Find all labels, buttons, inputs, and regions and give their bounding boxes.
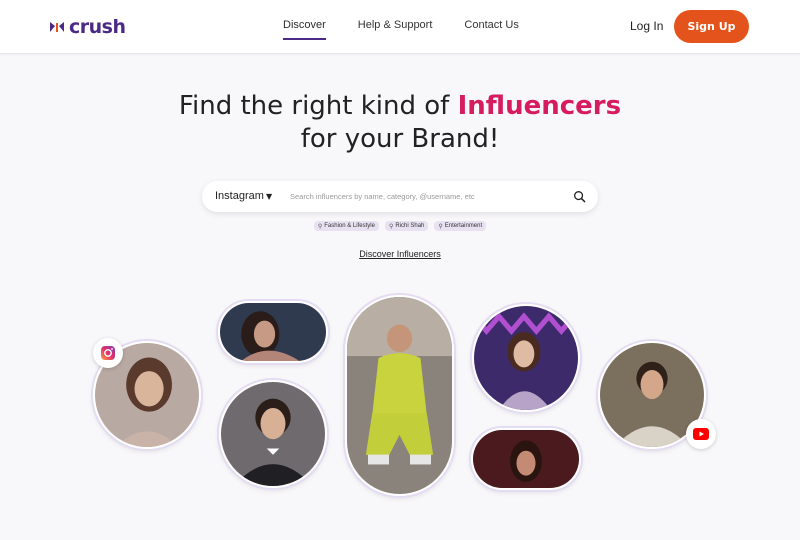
search-input[interactable] <box>290 189 560 204</box>
instagram-badge <box>93 338 123 368</box>
search-icon[interactable] <box>573 190 586 203</box>
chip-label: Richi Shah <box>395 223 425 229</box>
chip-fashion-lifestyle[interactable]: ⚲ Fashion & Lifestyle <box>313 221 379 231</box>
hero-headline-prefix: Find the right kind of <box>178 91 458 121</box>
youtube-badge <box>686 419 716 449</box>
crush-logo-icon <box>50 22 64 32</box>
instagram-icon <box>101 346 115 360</box>
nav-link-contact-us[interactable]: Contact Us <box>464 19 518 31</box>
login-link[interactable]: Log In <box>630 19 663 33</box>
search-icon: ⚲ <box>388 223 394 230</box>
search-bar: Instagram ▼ <box>202 181 598 212</box>
chip-entertainment[interactable]: ⚲ Entertainment <box>434 221 487 231</box>
search-icon: ⚲ <box>317 223 323 230</box>
influencer-photo-5[interactable] <box>472 304 580 412</box>
brand-logo[interactable]: crush <box>49 14 126 40</box>
nav-link-help-support[interactable]: Help & Support <box>358 19 433 31</box>
search-icon: ⚲ <box>438 223 443 230</box>
hero-headline-highlight: Influencers <box>457 91 622 121</box>
chip-label: Entertainment <box>444 223 483 229</box>
youtube-icon <box>693 428 709 440</box>
signup-button[interactable]: Sign Up <box>674 10 749 43</box>
chevron-down-icon[interactable]: ▼ <box>266 192 272 201</box>
brand-name: crush <box>69 16 126 38</box>
top-navbar: crush Discover Help & Support Contact Us… <box>0 0 800 54</box>
chip-richi-shah[interactable]: ⚲ Richi Shah <box>384 221 429 231</box>
hero-headline-line2: for your Brand! <box>300 124 500 154</box>
influencer-photo-3[interactable] <box>219 380 327 488</box>
influencer-photo-2[interactable] <box>218 301 328 363</box>
discover-influencers-link[interactable]: Discover Influencers <box>0 249 800 259</box>
nav-link-discover[interactable]: Discover <box>283 19 326 40</box>
influencer-photo-4[interactable] <box>345 295 454 496</box>
chip-label: Fashion & Lifestyle <box>324 223 375 229</box>
platform-select[interactable]: Instagram <box>215 190 264 202</box>
suggestion-chips: ⚲ Fashion & Lifestyle ⚲ Richi Shah ⚲ Entert… <box>0 221 800 231</box>
nav-links: Discover Help & Support Contact Us <box>283 19 551 40</box>
hero-headline-line1: Find the right kind of Influencers <box>0 91 800 121</box>
influencer-photo-6[interactable] <box>471 428 581 490</box>
